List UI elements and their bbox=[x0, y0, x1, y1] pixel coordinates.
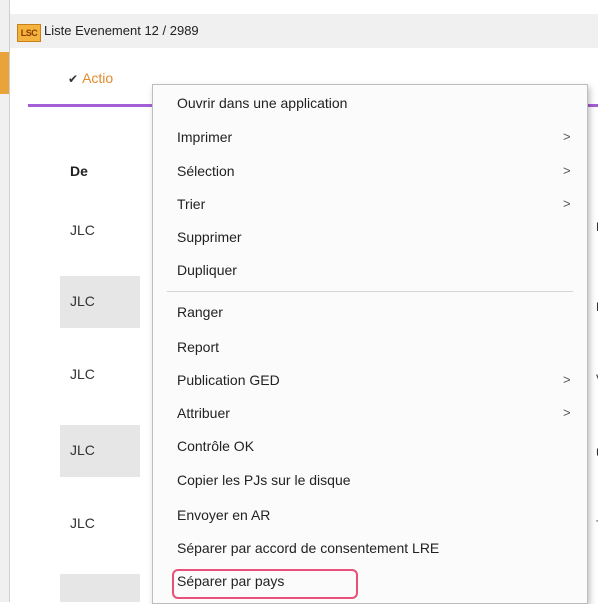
menu-item-separer-par-pays[interactable]: Séparer par pays bbox=[172, 569, 358, 599]
menu-item-dupliquer[interactable]: Dupliquer bbox=[177, 262, 237, 278]
actions-label: Actio bbox=[82, 70, 114, 86]
menu-item-separer-par-pays-label: Séparer par pays bbox=[177, 573, 285, 589]
menu-item-attribuer[interactable]: Attribuer bbox=[177, 405, 230, 421]
app-logo-icon: LSC bbox=[17, 24, 41, 42]
menu-item-selection[interactable]: Sélection bbox=[177, 163, 235, 179]
table-row[interactable]: JLC bbox=[60, 276, 140, 328]
left-orange-tab bbox=[0, 52, 9, 94]
actions-menu-button[interactable]: ✔ Actio bbox=[68, 70, 113, 86]
menu-item-separer-lre[interactable]: Séparer par accord de consentement LRE bbox=[177, 540, 439, 556]
row-cell-de: JLC bbox=[70, 222, 95, 238]
submenu-arrow-icon: > bbox=[563, 372, 571, 387]
menu-item-supprimer[interactable]: Supprimer bbox=[177, 229, 242, 245]
menu-item-trier[interactable]: Trier bbox=[177, 196, 205, 212]
row-cell-de: JLC bbox=[70, 442, 95, 458]
table-row[interactable] bbox=[60, 574, 140, 602]
menu-item-ouvrir[interactable]: Ouvrir dans une application bbox=[177, 95, 347, 111]
menu-item-ranger[interactable]: Ranger bbox=[177, 304, 223, 320]
table-row[interactable]: JLC bbox=[60, 349, 140, 401]
row-cell-de: JLC bbox=[70, 293, 95, 309]
submenu-arrow-icon: > bbox=[563, 196, 571, 211]
menu-item-imprimer[interactable]: Imprimer bbox=[177, 129, 232, 145]
left-window-edge bbox=[0, 0, 10, 602]
row-cell-de: JLC bbox=[70, 515, 95, 531]
menu-item-controle-ok[interactable]: Contrôle OK bbox=[177, 438, 254, 454]
menu-item-publication-ged[interactable]: Publication GED bbox=[177, 372, 280, 388]
table-row[interactable]: JLC bbox=[60, 498, 140, 550]
window-title: Liste Evenement 12 / 2989 bbox=[44, 23, 199, 38]
row-cell-de: JLC bbox=[70, 366, 95, 382]
menu-separator bbox=[167, 291, 573, 292]
submenu-arrow-icon: > bbox=[563, 129, 571, 144]
menu-item-copier-pjs[interactable]: Copier les PJs sur le disque bbox=[177, 472, 351, 488]
submenu-arrow-icon: > bbox=[563, 163, 571, 178]
chevron-down-icon: ✔ bbox=[68, 72, 79, 86]
menu-item-report[interactable]: Report bbox=[177, 339, 219, 355]
table-row[interactable]: JLC bbox=[60, 205, 140, 257]
submenu-arrow-icon: > bbox=[563, 405, 571, 420]
menu-item-envoyer-ar[interactable]: Envoyer en AR bbox=[177, 507, 270, 523]
column-header-de[interactable]: De bbox=[70, 163, 88, 179]
table-row[interactable]: JLC bbox=[60, 425, 140, 477]
context-menu: Ouvrir dans une application Imprimer > S… bbox=[152, 84, 588, 604]
